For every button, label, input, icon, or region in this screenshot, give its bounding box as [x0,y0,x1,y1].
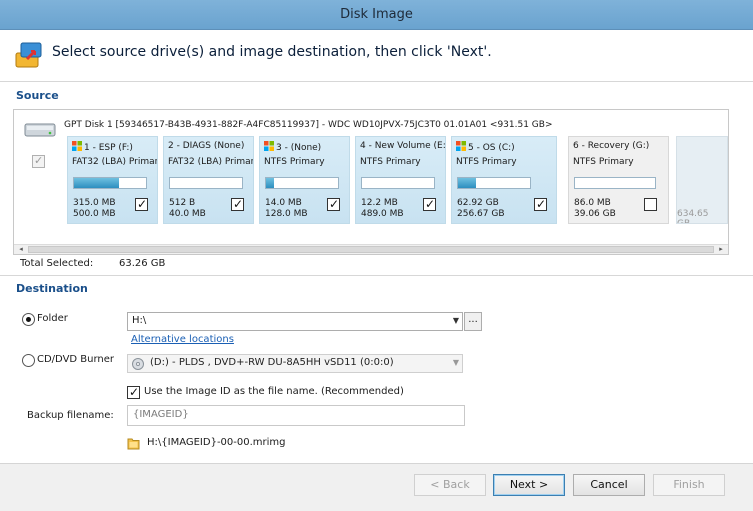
partition-5-checkbox[interactable] [534,197,547,211]
folder-path-value: H:\ [132,315,147,326]
partition-usage-fill [74,178,120,188]
disk-select-checkbox[interactable] [32,154,45,168]
partition-used: 62.92 GB [457,198,499,208]
wizard-header: Select source drive(s) and image destina… [0,30,753,82]
wizard-footer: < Back Next > Cancel Finish [0,463,753,511]
partition-3[interactable]: 3 - (None) NTFS Primary 14.0 MB 128.0 MB [259,136,350,224]
browse-button[interactable]: ... [464,312,482,331]
partition-usage-bar [361,177,435,189]
optical-drive-icon [132,358,144,370]
partition-title: 2 - DIAGS (None) [168,141,244,151]
partition-title-text: 3 - (None) [276,143,322,153]
partition-title-text: 5 - OS (C:) [468,143,515,153]
cd-dvd-burner-label: CD/DVD Burner [37,354,115,365]
partition-filesystem: NTFS Primary [264,157,325,167]
partition-total: 128.0 MB [265,209,308,219]
partition-2-checkbox[interactable] [231,197,244,211]
backup-filename-input[interactable]: {IMAGEID} [127,405,465,426]
partition-total: 40.0 MB [169,209,206,219]
unallocated-size: 634.65 GB [677,209,709,224]
cd-dvd-burner-radio[interactable] [22,354,35,367]
folder-radio[interactable] [22,313,35,326]
partition-title: 4 - New Volume (E:) [360,141,446,151]
partition-1[interactable]: 1 - ESP (F:) FAT32 (LBA) Primary 315.0 M… [67,136,158,224]
backup-filename-label: Backup filename: [27,410,114,421]
hard-disk-icon [24,123,56,137]
partition-usage-bar [169,177,243,189]
windows-flag-icon [72,141,82,151]
folder-icon [127,438,140,450]
partition-title-text: 4 - New Volume (E:) [360,141,446,151]
scrollbar-thumb[interactable] [28,246,714,253]
cd-dvd-drive-value: (D:) - PLDS , DVD+-RW DU-8A5HH vSD11 (0:… [150,357,394,368]
window-title: Disk Image [340,7,413,22]
partition-6-checkbox[interactable] [644,198,657,211]
cancel-button[interactable]: Cancel [573,474,645,496]
partition-usage-bar [574,177,656,189]
partition-used: 12.2 MB [361,198,398,208]
scroll-left-icon[interactable]: ◂ [14,244,28,254]
partition-usage-bar [265,177,339,189]
partition-used: 315.0 MB [73,198,116,208]
source-section-label: Source [16,89,59,102]
folder-radio-label: Folder [37,313,68,324]
partition-usage-fill [458,178,476,188]
partition-title: 1 - ESP (F:) [72,141,133,153]
title-bar: Disk Image [0,0,753,30]
next-button[interactable]: Next > [493,474,565,496]
chevron-down-icon[interactable]: ▼ [453,358,459,367]
partition-title-text: 2 - DIAGS (None) [168,141,245,151]
partition-total: 39.06 GB [574,209,616,219]
partition-filesystem: NTFS Primary [360,157,421,167]
disk-info-label: GPT Disk 1 [59346517-B43B-4931-882F-A4FC… [64,120,553,130]
chevron-down-icon[interactable]: ▼ [453,316,459,325]
windows-flag-icon [264,141,274,151]
use-image-id-label: Use the Image ID as the file name. (Reco… [144,386,404,397]
partition-total: 489.0 MB [361,209,404,219]
partition-total: 256.67 GB [457,209,505,219]
back-button[interactable]: < Back [414,474,486,496]
destination-section-label: Destination [16,282,88,295]
folder-path-combo[interactable]: H:\ ▼ [127,312,463,331]
section-divider [0,275,753,276]
partition-usage-bar [457,177,531,189]
page-instruction: Select source drive(s) and image destina… [52,44,492,60]
partition-total: 500.0 MB [73,209,116,219]
source-disk-panel: GPT Disk 1 [59346517-B43B-4931-882F-A4FC… [13,109,729,255]
resulting-file-path: H:\{IMAGEID}-00-00.mrimg [147,437,286,448]
disk-image-wizard-icon [15,42,42,68]
partition-5[interactable]: 5 - OS (C:) NTFS Primary 62.92 GB 256.67… [451,136,557,224]
partition-6[interactable]: 6 - Recovery (G:) NTFS Primary 86.0 MB 3… [568,136,669,224]
partition-filesystem: NTFS Primary [456,157,517,167]
partition-title: 6 - Recovery (G:) [573,141,649,151]
cd-dvd-drive-combo[interactable]: (D:) - PLDS , DVD+-RW DU-8A5HH vSD11 (0:… [127,354,463,373]
partition-filesystem: FAT32 (LBA) Primary [168,157,254,167]
partition-title-text: 1 - ESP (F:) [84,143,133,153]
windows-flag-icon [456,141,466,151]
partition-4[interactable]: 4 - New Volume (E:) NTFS Primary 12.2 MB… [355,136,446,224]
finish-button[interactable]: Finish [653,474,725,496]
partition-used: 14.0 MB [265,198,302,208]
partition-title-text: 6 - Recovery (G:) [573,141,650,151]
partition-used: 86.0 MB [574,198,611,208]
partition-filesystem: NTFS Primary [573,157,634,167]
partition-4-checkbox[interactable] [423,197,436,211]
partition-filesystem: FAT32 (LBA) Primary [72,157,158,167]
partition-usage-fill [266,178,274,188]
partition-used: 512 B [169,198,196,208]
total-selected-label: Total Selected: [20,258,94,269]
scroll-right-icon[interactable]: ▸ [714,244,728,254]
use-image-id-checkbox[interactable] [127,385,140,399]
alternative-locations-link[interactable]: Alternative locations [131,334,234,345]
partition-2[interactable]: 2 - DIAGS (None) FAT32 (LBA) Primary 512… [163,136,254,224]
partition-usage-bar [73,177,147,189]
partition-title: 3 - (None) [264,141,321,153]
unallocated-space: 634.65 GB [676,136,728,224]
partition-title: 5 - OS (C:) [456,141,515,153]
total-selected-value: 63.26 GB [119,258,166,269]
horizontal-scrollbar[interactable]: ◂ ▸ [14,244,728,254]
partition-3-checkbox[interactable] [327,197,340,211]
partition-1-checkbox[interactable] [135,197,148,211]
